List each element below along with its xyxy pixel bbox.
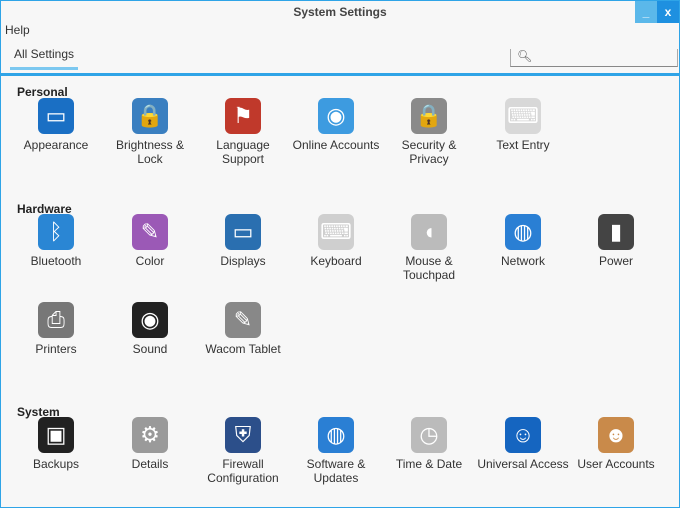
- safe-icon: ▣: [38, 417, 74, 453]
- gears-icon: ⚙: [132, 417, 168, 453]
- settings-item-language-support[interactable]: ⚑ Language Support: [197, 98, 289, 166]
- settings-grid: Personal ▭ Appearance 🔒 Brightness & Lock ⚑ La…: [1, 76, 679, 506]
- color-icon: ✎: [132, 214, 168, 250]
- tablet-icon: ✎: [225, 302, 261, 338]
- users-icon: ☻: [598, 417, 634, 453]
- settings-item-label: Online Accounts: [292, 138, 380, 152]
- keyboard-icon: ⌨: [318, 214, 354, 250]
- settings-item-label: Displays: [220, 254, 266, 268]
- settings-item-label: User Accounts: [577, 457, 655, 471]
- battery-icon: ▮: [598, 214, 634, 250]
- monitor-icon: ▭: [38, 98, 74, 134]
- settings-item-label: Color: [135, 254, 165, 268]
- keys-icon: ⌨: [505, 98, 541, 134]
- globe-icon: ◍: [318, 417, 354, 453]
- online-accounts-icon: ◉: [318, 98, 354, 134]
- settings-item-security-privacy[interactable]: 🔒 Security & Privacy: [383, 98, 475, 166]
- mouse-icon: ◖: [411, 214, 447, 250]
- settings-item-network[interactable]: ◍ Network: [477, 214, 569, 268]
- settings-item-color[interactable]: ✎ Color: [104, 214, 196, 268]
- settings-item-sound[interactable]: ◉ Sound: [104, 302, 196, 356]
- printer-icon: ⎙: [38, 302, 74, 338]
- settings-item-label: Sound: [132, 342, 168, 356]
- brightness-lock-icon: 🔒: [132, 98, 168, 134]
- settings-item-label: Appearance: [23, 138, 89, 152]
- settings-item-label: Backups: [32, 457, 80, 471]
- settings-item-label: Keyboard: [310, 254, 362, 268]
- search-icon: 🔍︎: [517, 49, 533, 63]
- settings-item-label: Power: [598, 254, 633, 268]
- section-header-personal: Personal: [17, 85, 68, 99]
- settings-item-label: Text Entry: [496, 138, 550, 152]
- toolbar: All Settings 🔍︎: [1, 37, 679, 73]
- settings-item-software-updates[interactable]: ◍ Software & Updates: [290, 417, 382, 485]
- accessibility-icon: ☺: [505, 417, 541, 453]
- window-title: System Settings: [293, 5, 387, 19]
- shield-icon: ⛨: [225, 417, 261, 453]
- settings-item-online-accounts[interactable]: ◉ Online Accounts: [290, 98, 382, 152]
- settings-item-label: Language Support: [216, 138, 270, 166]
- clock-icon: ◷: [411, 417, 447, 453]
- settings-item-text-entry[interactable]: ⌨ Text Entry: [477, 98, 569, 152]
- settings-item-backups[interactable]: ▣ Backups: [10, 417, 102, 471]
- display-icon: ▭: [225, 214, 261, 250]
- settings-item-time-date[interactable]: ◷ Time & Date: [383, 417, 475, 471]
- minimize-button[interactable]: _: [635, 1, 657, 23]
- padlock-icon: 🔒: [411, 98, 447, 134]
- close-button[interactable]: x: [657, 1, 679, 23]
- settings-item-label: Firewall Configuration: [207, 457, 279, 485]
- settings-item-label: Wacom Tablet: [205, 342, 281, 356]
- settings-item-label: Network: [500, 254, 545, 268]
- settings-item-brightness-lock[interactable]: 🔒 Brightness & Lock: [104, 98, 196, 166]
- settings-item-label: Universal Access: [477, 457, 569, 471]
- settings-item-label: Bluetooth: [30, 254, 82, 268]
- settings-item-bluetooth[interactable]: ᛒ Bluetooth: [10, 214, 102, 268]
- settings-item-details[interactable]: ⚙ Details: [104, 417, 196, 471]
- settings-item-firewall-configuration[interactable]: ⛨ Firewall Configuration: [197, 417, 289, 485]
- flags-icon: ⚑: [225, 98, 261, 134]
- settings-item-wacom-tablet[interactable]: ✎ Wacom Tablet: [197, 302, 289, 356]
- title-bar: System Settings _ x: [1, 1, 679, 23]
- settings-item-user-accounts[interactable]: ☻ User Accounts: [570, 417, 662, 471]
- tab-all-settings[interactable]: All Settings: [10, 47, 79, 70]
- settings-item-power[interactable]: ▮ Power: [570, 214, 662, 268]
- bluetooth-icon: ᛒ: [38, 214, 74, 250]
- settings-item-label: Software & Updates: [306, 457, 366, 485]
- menu-help[interactable]: Help: [5, 23, 30, 37]
- window: System Settings _ x Help All Settings 🔍︎…: [0, 0, 680, 508]
- network-icon: ◍: [505, 214, 541, 250]
- settings-item-label: Printers: [35, 342, 77, 356]
- settings-item-label: Security & Privacy: [401, 138, 457, 166]
- settings-item-printers[interactable]: ⎙ Printers: [10, 302, 102, 356]
- speaker-icon: ◉: [132, 302, 168, 338]
- search-input[interactable]: 🔍︎: [510, 49, 678, 67]
- settings-item-universal-access[interactable]: ☺ Universal Access: [477, 417, 569, 471]
- settings-item-label: Details: [131, 457, 169, 471]
- settings-item-appearance[interactable]: ▭ Appearance: [10, 98, 102, 152]
- settings-item-label: Brightness & Lock: [115, 138, 185, 166]
- settings-item-displays[interactable]: ▭ Displays: [197, 214, 289, 268]
- settings-item-label: Mouse & Touchpad: [402, 254, 456, 282]
- settings-item-mouse-touchpad[interactable]: ◖ Mouse & Touchpad: [383, 214, 475, 282]
- settings-item-label: Time & Date: [395, 457, 463, 471]
- menu-bar: Help: [1, 23, 679, 37]
- settings-item-keyboard[interactable]: ⌨ Keyboard: [290, 214, 382, 268]
